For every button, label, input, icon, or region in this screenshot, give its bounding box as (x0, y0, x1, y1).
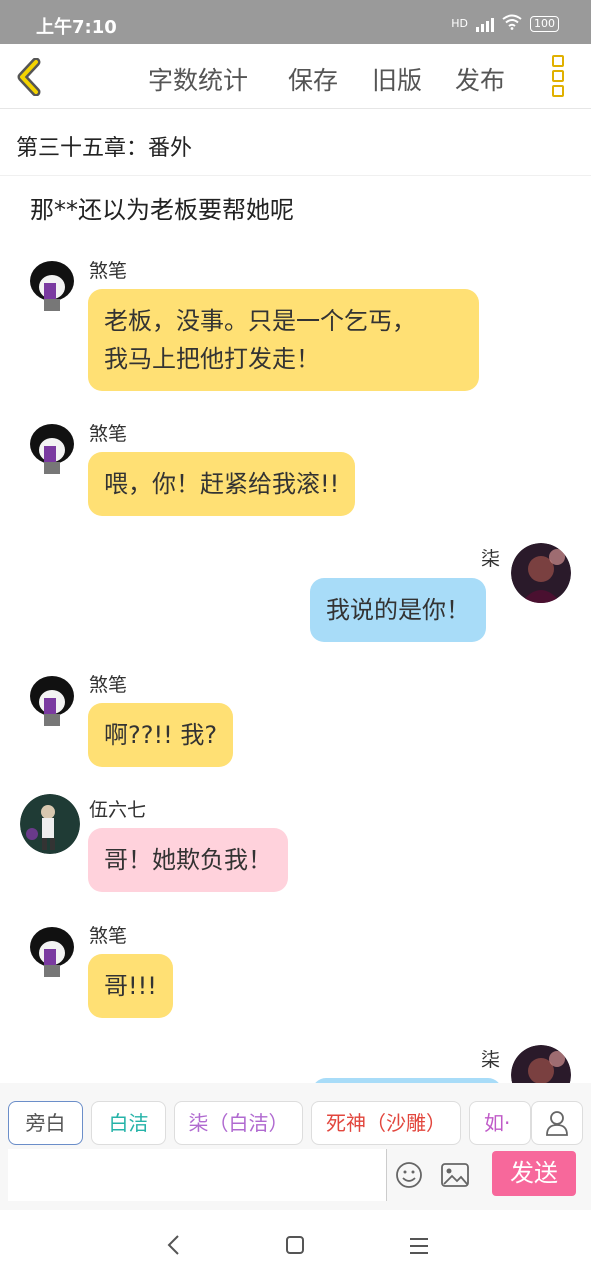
chapter-header[interactable]: 第三十五章：番外 (0, 110, 591, 176)
message-bubble[interactable]: 老板，没事。只是一个乞丐， 我马上把他打发走！ (88, 289, 479, 391)
status-icons: HD 100 (451, 14, 559, 33)
back-button[interactable] (14, 57, 44, 97)
emoji-icon[interactable] (395, 1161, 423, 1193)
wifi-icon (502, 14, 522, 33)
divider (386, 1149, 387, 1201)
sender-name: 柒 (481, 1049, 501, 1071)
publish-button[interactable]: 发布 (455, 61, 505, 97)
message-line: 我马上把他打发走！ (104, 345, 320, 373)
chapter-title: 第三十五章：番外 (16, 136, 193, 161)
word-count-button[interactable]: 字数统计 (148, 61, 248, 97)
avatar[interactable] (22, 253, 82, 313)
editor-toolbar: 字数统计 保存 旧版 发布 (0, 44, 591, 109)
role-chip-death[interactable]: 死神（沙雕） (311, 1101, 461, 1145)
narration-text[interactable]: 那**还以为老板要帮她呢 (30, 190, 294, 225)
send-button[interactable]: 发送 (492, 1151, 576, 1196)
message-line: 老板，没事。只是一个乞丐， (104, 307, 416, 335)
message-bubble[interactable]: 我说的是你！ (310, 578, 486, 642)
sender-name: 伍六七 (89, 799, 147, 821)
nav-back-icon[interactable] (166, 1234, 182, 1256)
sender-name: 煞笔 (89, 925, 128, 947)
avatar[interactable] (22, 919, 82, 979)
hd-label: HD (451, 17, 468, 30)
menu-dots-icon[interactable] (552, 55, 568, 97)
nav-menu-icon[interactable] (408, 1237, 430, 1255)
role-chip-more[interactable]: 如· (469, 1101, 531, 1145)
nav-home-icon[interactable] (285, 1235, 305, 1255)
sender-name: 煞笔 (89, 674, 128, 696)
sender-name: 煞笔 (89, 260, 128, 282)
message-bubble[interactable]: 哥!!! (88, 954, 173, 1018)
avatar[interactable] (20, 794, 80, 854)
message-bubble[interactable]: 哥！她欺负我！ (88, 828, 288, 892)
role-person-button[interactable] (531, 1101, 583, 1145)
role-chip-baijie[interactable]: 白洁 (91, 1101, 166, 1145)
avatar[interactable] (22, 416, 82, 476)
status-time: 上午7:10 (36, 17, 117, 38)
status-bar: 上午7:10 HD 100 (0, 0, 591, 44)
sender-name: 柒 (481, 548, 501, 570)
role-chip-narration[interactable]: 旁白 (8, 1101, 83, 1145)
signal-icon (476, 16, 494, 32)
message-bubble[interactable]: 喂，你！赶紧给我滚!! (88, 452, 356, 516)
composer-panel: 旁白 白洁 柒（白洁） 死神（沙雕） 如· 发送 (0, 1083, 591, 1210)
battery-icon: 100 (530, 15, 559, 32)
role-person-icon (546, 1111, 568, 1136)
avatar[interactable] (511, 543, 571, 603)
save-button[interactable]: 保存 (288, 61, 338, 97)
avatar[interactable] (22, 668, 82, 728)
message-bubble[interactable]: 啊??!! 我? (88, 703, 234, 767)
old-version-button[interactable]: 旧版 (372, 61, 422, 97)
back-icon (17, 57, 41, 97)
system-nav-bar (0, 1210, 591, 1280)
role-chip-qi[interactable]: 柒（白洁） (174, 1101, 303, 1145)
image-icon[interactable] (441, 1163, 469, 1191)
sender-name: 煞笔 (89, 423, 128, 445)
message-input[interactable] (8, 1149, 386, 1201)
